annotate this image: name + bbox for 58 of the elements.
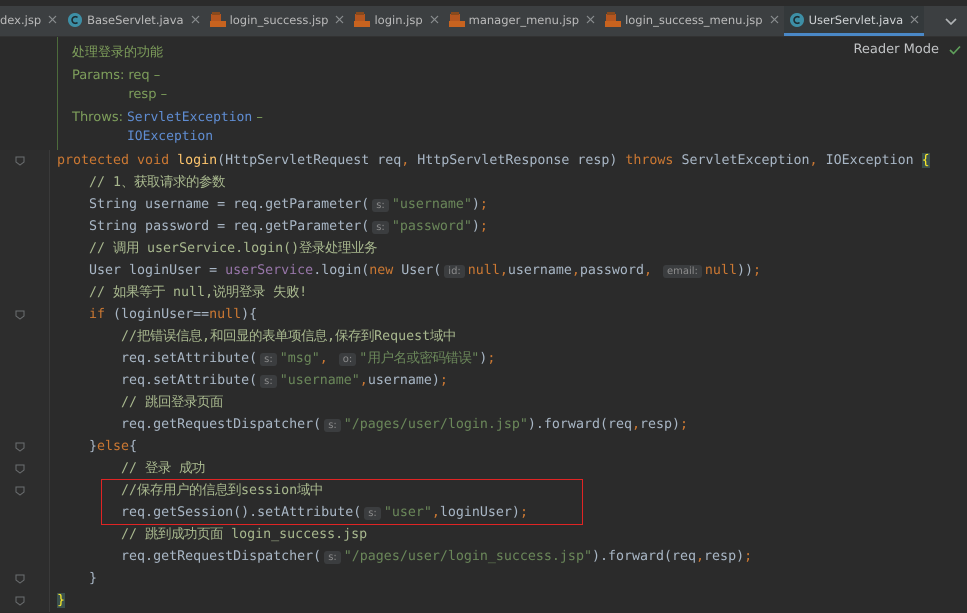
- code-line: // 跳到成功页面 login_success.jsp: [120, 526, 368, 544]
- code-line: //把错误信息,和回显的表单项信息,保存到Request域中: [120, 328, 458, 346]
- code-line: }: [88, 570, 98, 588]
- file-icon: [354, 12, 370, 28]
- code-line: String username = req.getParameter( s: "username");: [88, 196, 489, 214]
- exception-link[interactable]: IOException: [126, 129, 214, 144]
- file-icon: [448, 12, 465, 28]
- chevron-down-icon: [945, 18, 957, 24]
- code-line: req.getSession().setAttribute( s: "user",loginUser);: [120, 504, 529, 522]
- code-line: req.getRequestDispatcher( s: "/pages/user/login_success.jsp").forward(req,resp);: [120, 548, 754, 566]
- code-line: //保存用户的信息到session域中: [120, 482, 324, 500]
- editor-tab[interactable]: BaseServlet.java: [62, 6, 205, 36]
- doc-label: Throws:: [72, 109, 123, 127]
- editor-tab[interactable]: login_success_menu.jsp: [600, 6, 784, 36]
- editor-tab[interactable]: login.jsp: [349, 6, 444, 36]
- doc-param: resp –: [128, 86, 168, 104]
- close-icon: [586, 15, 596, 24]
- code-line: // 1、获取请求的参数: [88, 174, 226, 192]
- file-icon: [210, 12, 226, 28]
- close-icon: [335, 15, 344, 24]
- code-line: // 调用 userService.login()登录处理业务: [88, 240, 378, 258]
- code-line: // 登录 成功: [120, 460, 206, 478]
- code-line: protected void login(HttpServletRequest req, HttpServletResponse resp) throws ServletException, IOException {: [57, 152, 931, 170]
- doc-summary: 处理登录的功能: [72, 44, 164, 61]
- exception-link[interactable]: ServletException: [126, 110, 252, 125]
- fold-marker-icon: [15, 486, 25, 496]
- code-line: }else{: [88, 438, 138, 456]
- fold-marker-icon: [15, 574, 25, 584]
- code-line: User loginUser = userService.login(new User( id: null,username,password, email: null));: [88, 262, 762, 280]
- editor-tab[interactable]: dex.jsp: [0, 6, 62, 36]
- fold-marker-icon: [15, 596, 25, 606]
- code-line: // 跳回登录页面: [120, 394, 224, 412]
- check-icon: [949, 45, 961, 55]
- fold-marker-icon: [15, 156, 25, 166]
- doc-label: Params:: [72, 67, 124, 85]
- editor-tab[interactable]: UserServlet.java: [784, 6, 924, 36]
- close-icon: [770, 15, 779, 24]
- doc-dash: –: [255, 110, 263, 125]
- fold-marker-icon: [15, 464, 25, 474]
- editor-tab[interactable]: login_success.jsp: [204, 6, 350, 36]
- class-icon: [788, 12, 805, 28]
- code-line: // 如果等于 null,说明登录 失败!: [88, 284, 308, 302]
- close-icon: [430, 15, 439, 24]
- code-line: req.setAttribute( s: "msg", o: "用户名或密码错误");: [120, 350, 496, 368]
- doc-param: req –: [128, 67, 162, 85]
- close-icon: [190, 15, 200, 24]
- file-icon: [605, 12, 622, 28]
- close-icon: [48, 15, 58, 24]
- close-icon: [910, 15, 920, 24]
- fold-marker-icon: [15, 310, 25, 320]
- class-icon: [67, 12, 84, 28]
- code-line: req.getRequestDispatcher( s: "/pages/user/login.jsp").forward(req,resp);: [120, 416, 690, 434]
- code-line: String password = req.getParameter( s: "password");: [88, 218, 489, 236]
- reader-mode-link[interactable]: Reader Mode: [853, 42, 939, 57]
- editor-tab[interactable]: manager_menu.jsp: [444, 6, 600, 36]
- code-line: req.setAttribute( s: "username",username);: [120, 372, 449, 390]
- fold-marker-icon: [15, 442, 25, 452]
- code-line: if (loginUser==null){: [88, 306, 258, 324]
